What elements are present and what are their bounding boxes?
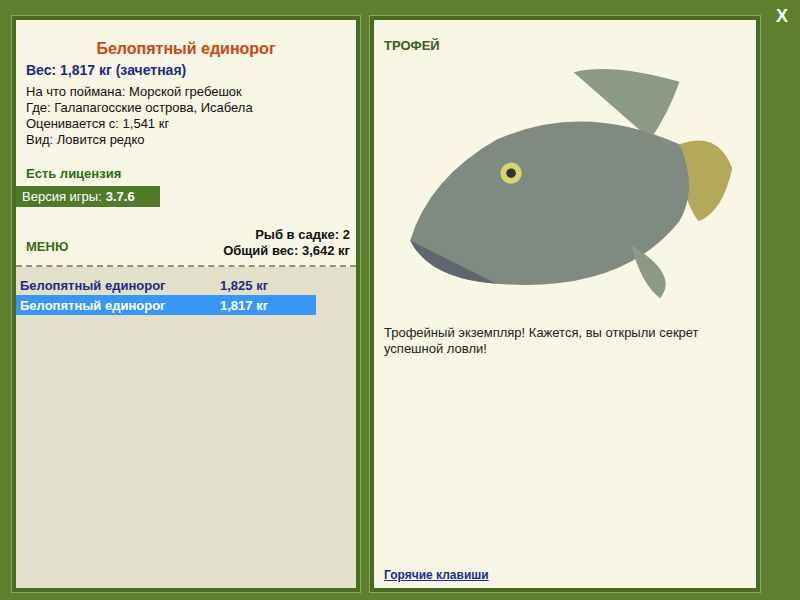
catch-weight: 1,825 кг: [220, 278, 268, 293]
detail-line: На что поймана: Морской гребешок: [26, 84, 356, 100]
keepnet-count: Рыб в садке: 2: [223, 227, 350, 243]
fish-info-screen: X Белопятный единорог Вес: 1,817 кг (зачет…: [0, 0, 800, 600]
detail-line: Вид: Ловится редко: [26, 132, 356, 148]
fish-weight: Вес: 1,817 кг (зачетная): [26, 62, 356, 78]
version-bar: Версия игры: 3.7.6: [16, 186, 160, 207]
catch-row[interactable]: Белопятный единорог1,825 кг: [16, 275, 316, 295]
version-value: 3.7.6: [106, 189, 135, 204]
version-label: Версия игры:: [22, 189, 102, 204]
trophy-panel: ТРОФЕЙ Трофейный экземпляр! Кажется, вы о…: [370, 16, 760, 592]
info-panel: Белопятный единорог Вес: 1,817 кг (зачетн…: [12, 16, 360, 592]
trophy-message: Трофейный экземпляр! Кажется, вы открыли…: [384, 325, 746, 357]
menu-button[interactable]: МЕНЮ: [26, 239, 68, 254]
close-button[interactable]: X: [776, 6, 788, 27]
menu-row: МЕНЮ Рыб в садке: 2Общий вес: 3,642 кг: [16, 207, 356, 259]
fish-image: [384, 53, 744, 303]
frame: Белопятный единорог Вес: 1,817 кг (зачетн…: [12, 16, 786, 592]
detail-line: Где: Галапагосские острова, Исабела: [26, 100, 356, 116]
catch-weight: 1,817 кг: [220, 298, 268, 313]
keepnet-total: Общий вес: 3,642 кг: [223, 243, 350, 259]
catch-row[interactable]: Белопятный единорог1,817 кг: [16, 295, 316, 315]
details-list: На что поймана: Морской гребешокГде: Гал…: [26, 84, 356, 148]
trophy-label: ТРОФЕЙ: [384, 38, 746, 53]
catch-name: Белопятный единорог: [20, 278, 220, 293]
fish-details: Белопятный единорог Вес: 1,817 кг (зачетн…: [16, 20, 356, 267]
catch-list: Белопятный единорог1,825 кгБелопятный ед…: [16, 267, 356, 588]
fish-title: Белопятный единорог: [16, 40, 356, 58]
detail-line: Оценивается с: 1,541 кг: [26, 116, 356, 132]
catch-name: Белопятный единорог: [20, 298, 220, 313]
hotkeys-link[interactable]: Горячие клавиши: [384, 568, 746, 582]
keepnet-summary: Рыб в садке: 2Общий вес: 3,642 кг: [223, 227, 350, 259]
license-status: Есть лицензия: [26, 166, 356, 181]
